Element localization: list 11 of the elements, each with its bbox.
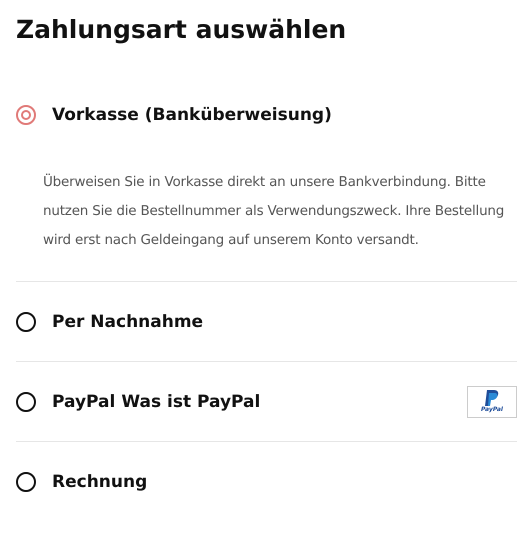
page-title: Zahlungsart auswählen [16, 14, 348, 46]
option-label[interactable]: PayPal [52, 392, 116, 412]
option-label[interactable]: Per Nachnahme [52, 312, 204, 332]
option-label[interactable]: Vorkasse (Banküberweisung) [52, 105, 332, 125]
radio-button[interactable] [16, 105, 36, 125]
option-label[interactable]: Rechnung [52, 472, 148, 492]
info-link[interactable]: Was ist PayPal [121, 392, 260, 412]
option-description: Überweisen Sie in Vorkasse direkt an unsere Bankverbindung. Bitte nutzen Sie die Bestellnummer als Verwendungszweck. Ihre Bestellung wird erst nach Geldeingang auf unserem Konto versandt. [42, 172, 506, 250]
radio-button[interactable] [16, 312, 36, 332]
radio-button[interactable] [16, 472, 36, 492]
radio-button[interactable] [16, 392, 36, 412]
